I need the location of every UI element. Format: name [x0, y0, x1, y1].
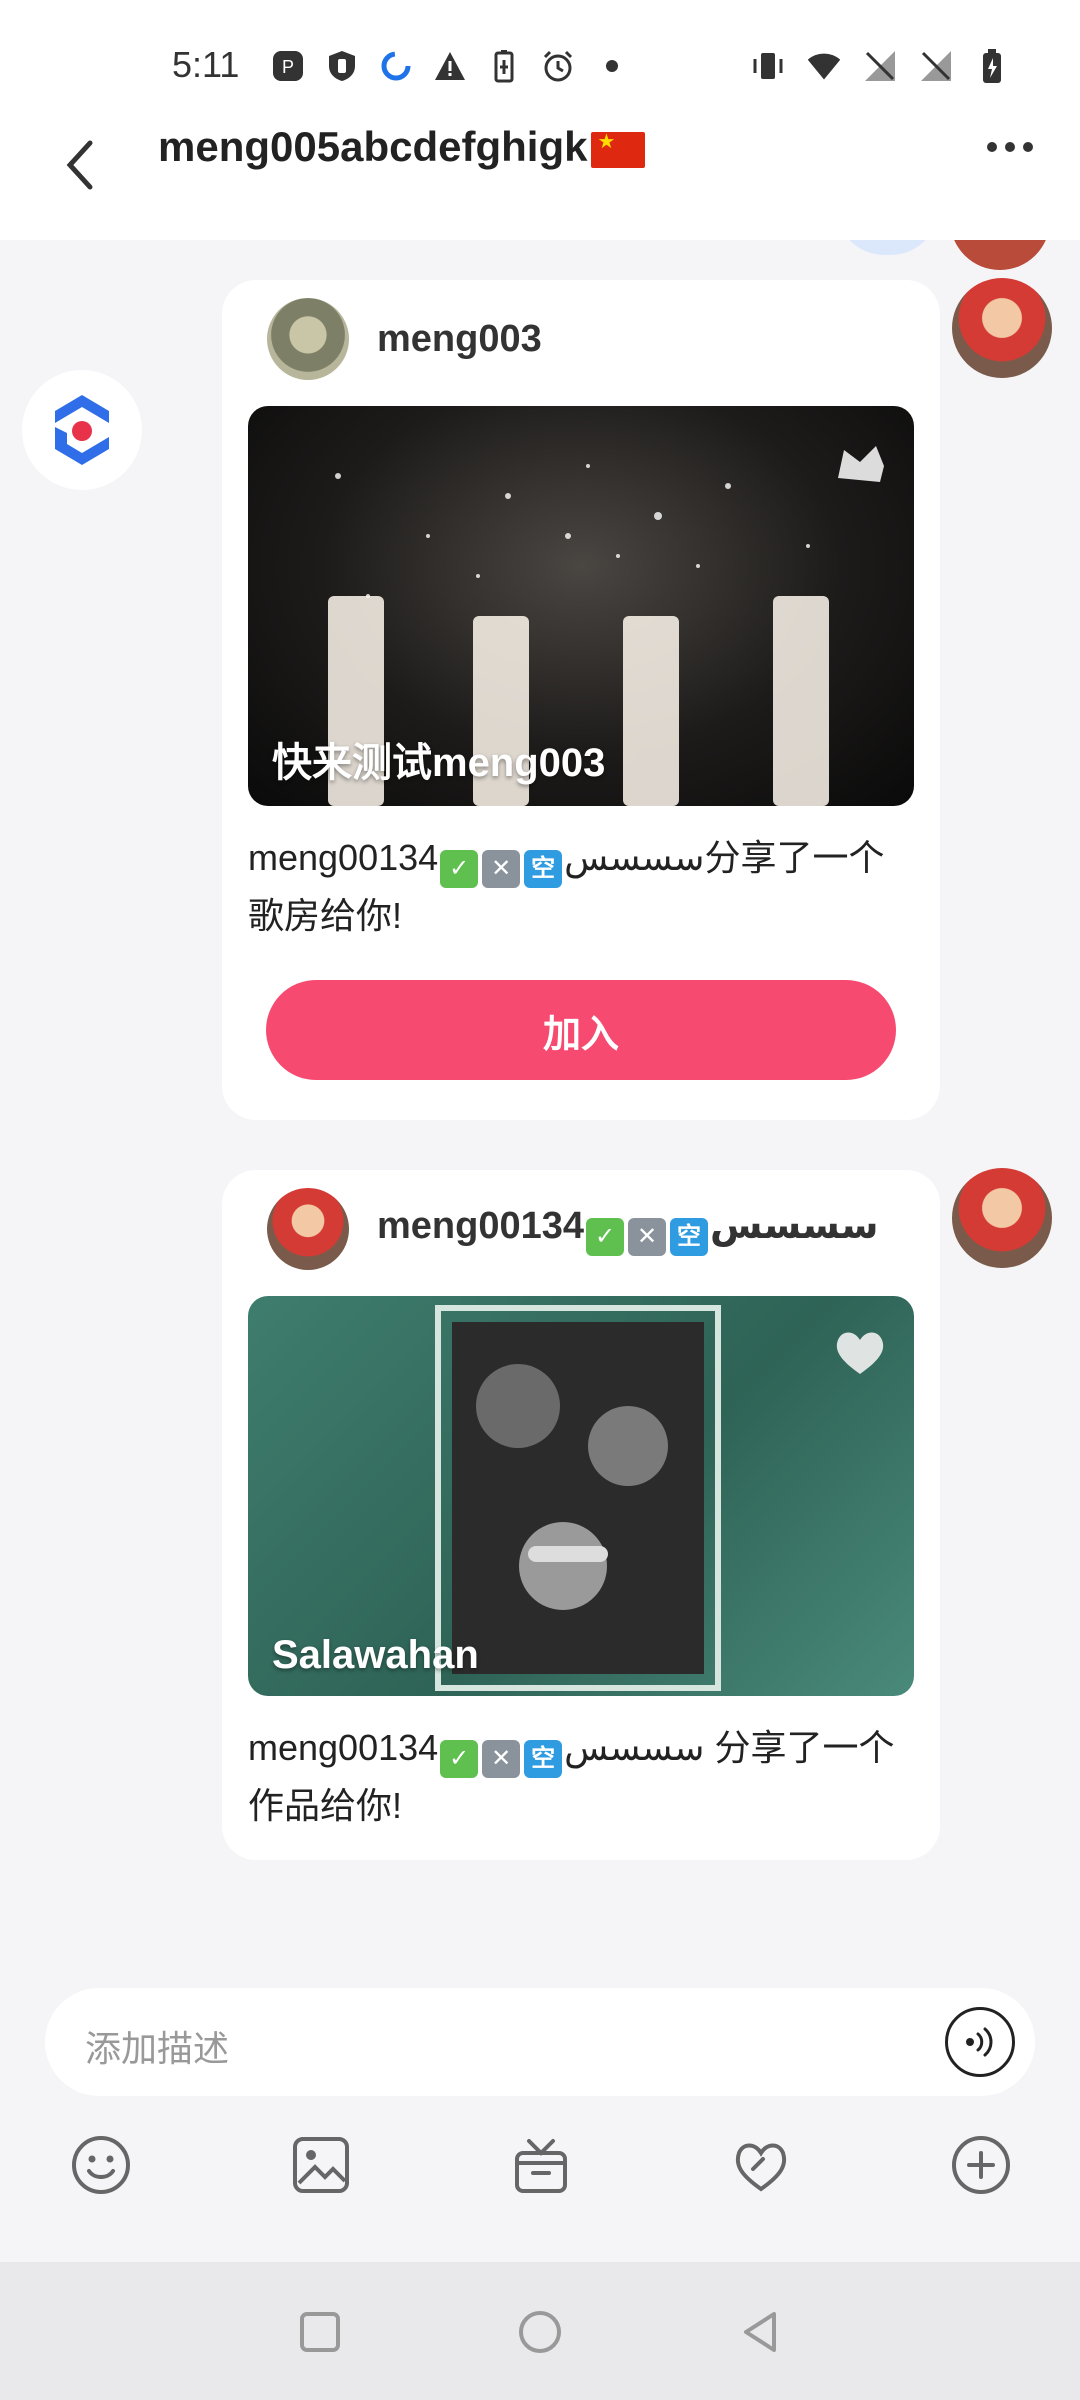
work-cover[interactable]: Salawahan — [248, 1296, 914, 1696]
circle-icon — [519, 2311, 561, 2353]
shoe-icon — [830, 432, 890, 492]
warning-icon — [432, 48, 468, 84]
chat-title: meng005abcdefghigk — [158, 117, 646, 177]
work-share-card: meng001سسسس空✕✓34 Salawahan meng001سسسس空✕… — [222, 1170, 940, 1860]
chat-header: meng005abcdefghigk — [0, 105, 1080, 240]
battery-charging-icon — [974, 48, 1010, 84]
room-title: 快来测试meng003 — [272, 741, 606, 785]
kong-emoji-icon: 空 — [670, 1217, 709, 1256]
voice-button[interactable] — [945, 2007, 1015, 2077]
china-flag-icon — [591, 131, 646, 168]
more-button[interactable] — [980, 127, 1040, 167]
voice-icon — [966, 2027, 993, 2057]
status-time: 5:11 — [172, 44, 240, 85]
wifi-icon — [806, 48, 842, 84]
no-signal-icon — [918, 48, 954, 84]
check-emoji-icon: ✓ — [440, 850, 479, 888]
smile-icon — [72, 2136, 130, 2194]
work-owner-name: meng001سسسس空✕✓34 — [377, 1203, 878, 1256]
music-button[interactable] — [726, 2130, 796, 2200]
cross-emoji-icon: ✕ — [482, 850, 521, 888]
chevron-left-icon — [66, 140, 93, 190]
back-button[interactable] — [50, 135, 110, 195]
app-icon: P — [270, 48, 306, 84]
check-emoji-icon: ✓ — [440, 1740, 479, 1778]
previous-message-avatar — [950, 240, 1050, 270]
room-share-card: meng003 快来测试meng003 meng001سسسس空✕✓34分享了一… — [222, 280, 940, 1120]
message-input-placeholder: 添加描述 — [85, 2028, 230, 2069]
shield-icon — [324, 48, 360, 84]
system-nav-bar — [0, 2262, 1080, 2400]
room-owner-avatar[interactable] — [267, 298, 349, 380]
join-button[interactable]: 加入 — [266, 980, 896, 1080]
no-signal-icon — [862, 48, 898, 84]
sender-avatar[interactable] — [952, 278, 1052, 378]
card-header: meng003 — [267, 298, 542, 380]
message-input[interactable]: 添加描述 — [45, 1988, 1035, 2096]
music-heart-icon — [735, 2143, 787, 2192]
vibrate-icon — [750, 48, 786, 84]
image-button[interactable] — [286, 2130, 356, 2200]
assistant-bot-icon[interactable] — [22, 370, 142, 490]
triangle-back-icon — [744, 2312, 776, 2352]
more-actions-button[interactable] — [946, 2130, 1016, 2200]
plus-icon — [952, 2136, 1010, 2194]
battery-saver-icon — [486, 48, 522, 84]
input-bar: 添加描述 — [0, 1980, 1080, 2260]
cross-emoji-icon: ✕ — [628, 1217, 667, 1256]
check-emoji-icon: ✓ — [586, 1217, 625, 1256]
svg-text:P: P — [282, 57, 294, 77]
chat-title-text: meng005abcdefghigk — [158, 123, 588, 170]
room-owner-name: meng003 — [377, 317, 542, 360]
work-owner-avatar[interactable] — [267, 1188, 349, 1270]
work-share-description: meng001سسسس空✕✓34 分享了一个作品给你! — [248, 1727, 895, 1826]
gift-button[interactable] — [506, 2130, 576, 2200]
input-toolbar — [0, 2130, 1080, 2230]
status-bar: 5:11 P — [0, 0, 1080, 105]
recents-button[interactable] — [290, 2302, 350, 2362]
cross-emoji-icon: ✕ — [482, 1740, 521, 1778]
sender-avatar[interactable] — [952, 1168, 1052, 1268]
home-button[interactable] — [510, 2302, 570, 2362]
more-icon — [987, 142, 997, 152]
kong-emoji-icon: 空 — [524, 850, 563, 888]
room-cover[interactable]: 快来测试meng003 — [248, 406, 914, 806]
image-icon — [293, 2137, 349, 2193]
status-icons-left: P — [270, 48, 630, 84]
kong-emoji-icon: 空 — [524, 1740, 563, 1778]
room-share-description: meng001سسسس空✕✓34分享了一个歌房给你! — [248, 837, 885, 936]
chat-area[interactable]: meng003 快来测试meng003 meng001سسسس空✕✓34分享了一… — [0, 240, 1080, 1980]
square-icon — [300, 2312, 340, 2352]
work-title: Salawahan — [272, 1633, 479, 1677]
card-header: meng001سسسس空✕✓34 — [267, 1188, 878, 1270]
heart-music-icon — [830, 1322, 890, 1382]
dot-icon — [594, 48, 630, 84]
back-nav-button[interactable] — [730, 2302, 790, 2362]
previous-message-bubble — [835, 240, 940, 255]
loading-icon — [378, 48, 414, 84]
alarm-icon — [540, 48, 576, 84]
emoji-button[interactable] — [66, 2130, 136, 2200]
status-icons-right — [750, 48, 1010, 84]
gift-icon — [515, 2139, 567, 2193]
